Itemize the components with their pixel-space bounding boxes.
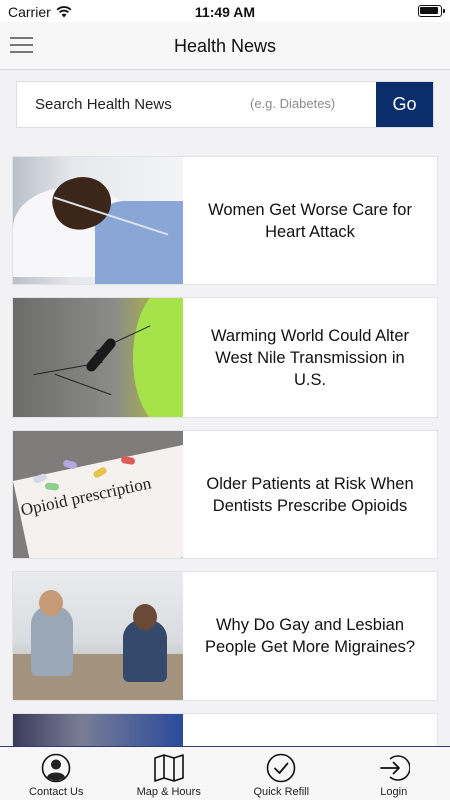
status-time: 11:49 AM — [194, 4, 256, 20]
tab-contact-us[interactable]: Contact Us — [0, 747, 113, 800]
checkmark-circle-icon — [265, 752, 297, 784]
page-title: Health News — [173, 36, 277, 56]
tab-quick-refill[interactable]: Quick Refill — [225, 747, 338, 800]
search-bar: Search Health News (e.g. Diabetes) Go — [16, 81, 434, 128]
news-item-heart-attack[interactable]: Women Get Worse Care for Heart Attack — [12, 156, 438, 285]
news-title: Older Patients at Risk When Dentists Pre… — [206, 474, 414, 515]
mosquito-thumbnail — [13, 298, 183, 417]
tab-map-hours[interactable]: Map & Hours — [113, 747, 226, 800]
news-item-opioids[interactable]: Opioid prescription Older Patients at Ri… — [12, 430, 438, 559]
tab-label: Quick Refill — [253, 786, 310, 798]
map-icon — [153, 752, 185, 784]
battery-icon — [418, 5, 445, 17]
heart-attack-thumbnail — [13, 157, 183, 284]
search-input[interactable]: Search Health News — [35, 96, 172, 113]
news-title: Warming World Could Alter West Nile Tran… — [210, 326, 410, 389]
news-item-west-nile[interactable]: Warming World Could Alter West Nile Tran… — [12, 297, 438, 418]
news-list: Women Get Worse Care for Heart Attack Wa… — [12, 156, 438, 785]
news-title: Why Do Gay and Lesbian People Get More M… — [204, 616, 416, 656]
login-arrow-icon — [378, 752, 410, 784]
opioid-prescription-thumbnail: Opioid prescription — [13, 431, 183, 558]
news-title: Women Get Worse Care for Heart Attack — [208, 200, 412, 241]
search-hint: (e.g. Diabetes) — [250, 96, 336, 111]
person-circle-icon — [40, 752, 72, 784]
tab-bar: Contact Us Map & Hours Quick Refill Logi… — [0, 746, 450, 800]
go-button[interactable]: Go — [376, 82, 433, 127]
tab-label: Login — [380, 786, 408, 798]
tab-label: Contact Us — [29, 786, 84, 798]
tab-login[interactable]: Login — [338, 747, 450, 800]
navigation-bar: Health News — [0, 22, 450, 70]
status-bar: Carrier 11:49 AM — [0, 0, 450, 22]
news-item-migraines[interactable]: Why Do Gay and Lesbian People Get More M… — [12, 571, 438, 701]
migraine-thumbnail — [13, 572, 183, 700]
tab-label: Map & Hours — [136, 786, 201, 798]
